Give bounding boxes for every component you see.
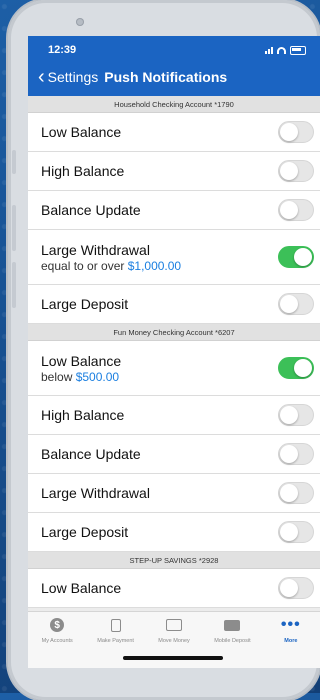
row-text: Large Deposit (41, 524, 128, 540)
notification-row: Balance Update (28, 191, 320, 230)
row-label: Low Balance (41, 352, 122, 369)
section-header: Household Checking Account *1790 (28, 96, 320, 113)
side-button (12, 262, 16, 308)
section-header: Fun Money Checking Account *6207 (28, 324, 320, 341)
notification-row: Large Withdrawal equal to or over $1,000.… (28, 230, 320, 285)
subtitle-text: below (41, 369, 76, 384)
row-label: Low Balance (41, 124, 122, 140)
row-label: Balance Update (41, 446, 141, 462)
tab-label: Make Payment (97, 638, 134, 644)
notification-toggle[interactable] (278, 521, 314, 543)
notification-row: Large Deposit (28, 285, 320, 324)
row-text: Low Balance (41, 124, 121, 140)
phone-frame: 12:39 ‹ Settings Push Notifications Hous… (8, 0, 320, 700)
notification-row: High Balance (28, 152, 320, 191)
row-text: Large Withdrawal equal to or over $1,000.… (41, 242, 181, 273)
row-text: Balance Update (41, 446, 141, 462)
notification-row: Low Balance (28, 569, 320, 608)
back-label: Settings (47, 69, 99, 85)
row-text: Low Balance below $500.00 (41, 353, 121, 384)
row-text: Large Deposit (41, 296, 128, 312)
notification-toggle[interactable] (278, 404, 314, 426)
notification-row: Large Withdrawal (28, 474, 320, 513)
notification-toggle[interactable] (278, 160, 314, 182)
row-label: Large Deposit (41, 524, 129, 540)
nav-bar: ‹ Settings Push Notifications (28, 64, 320, 96)
row-text: High Balance (41, 407, 124, 423)
subtitle-text: equal to or over (41, 258, 128, 273)
camera-icon (76, 18, 84, 26)
notification-row: High Balance (28, 396, 320, 435)
row-label: High Balance (41, 407, 125, 423)
payment-icon (108, 618, 124, 632)
side-button (12, 150, 16, 174)
notification-toggle[interactable] (278, 246, 314, 268)
signal-icon (265, 46, 273, 54)
notification-toggle[interactable] (278, 577, 314, 599)
notification-list[interactable]: Household Checking Account *1790 Low Bala… (28, 96, 320, 618)
notification-toggle[interactable] (278, 121, 314, 143)
notification-toggle[interactable] (278, 357, 314, 379)
threshold-amount[interactable]: $500.00 (76, 370, 119, 384)
tab-label: Mobile Deposit (214, 638, 251, 644)
side-button (12, 205, 16, 251)
tab-label: My Accounts (41, 638, 73, 644)
row-text: High Balance (41, 163, 124, 179)
wifi-icon (277, 46, 286, 54)
row-label: Balance Update (41, 202, 141, 218)
row-subtitle: equal to or over $1,000.00 (41, 259, 181, 273)
row-label: Large Deposit (41, 296, 129, 312)
row-label: High Balance (41, 163, 125, 179)
page-title: Push Notifications (104, 69, 228, 85)
tab-label: Move Money (158, 638, 190, 644)
row-text: Large Withdrawal (41, 485, 150, 501)
tab-my-accounts[interactable]: $ My Accounts (28, 612, 86, 668)
notification-toggle[interactable] (278, 443, 314, 465)
notification-row: Balance Update (28, 435, 320, 474)
tab-label: More (284, 638, 298, 644)
dollar-icon: $ (49, 618, 65, 632)
home-indicator (123, 656, 223, 660)
notification-row: Large Deposit (28, 513, 320, 552)
row-text: Low Balance (41, 580, 121, 596)
tab-more[interactable]: ••• More (262, 612, 320, 668)
more-icon: ••• (280, 616, 301, 633)
row-subtitle: below $500.00 (41, 370, 121, 384)
status-time: 12:39 (48, 44, 77, 56)
row-label: Low Balance (41, 580, 122, 596)
notification-row: Low Balance (28, 113, 320, 152)
notification-toggle[interactable] (278, 293, 314, 315)
threshold-amount[interactable]: $1,000.00 (128, 259, 181, 273)
row-label: Large Withdrawal (41, 241, 150, 258)
notification-row: Low Balance below $500.00 (28, 341, 320, 396)
status-bar: 12:39 (28, 36, 320, 64)
back-button[interactable]: ‹ Settings (38, 66, 99, 88)
deposit-icon (224, 618, 241, 632)
status-icons (265, 45, 306, 55)
battery-icon (290, 45, 306, 55)
row-text: Balance Update (41, 202, 141, 218)
transfer-icon (166, 618, 183, 632)
chevron-left-icon: ‹ (38, 66, 45, 88)
screen: 12:39 ‹ Settings Push Notifications Hous… (28, 36, 320, 668)
notification-toggle[interactable] (278, 482, 314, 504)
section-header: STEP-UP SAVINGS *2928 (28, 552, 320, 569)
row-label: Large Withdrawal (41, 485, 150, 501)
notification-toggle[interactable] (278, 199, 314, 221)
